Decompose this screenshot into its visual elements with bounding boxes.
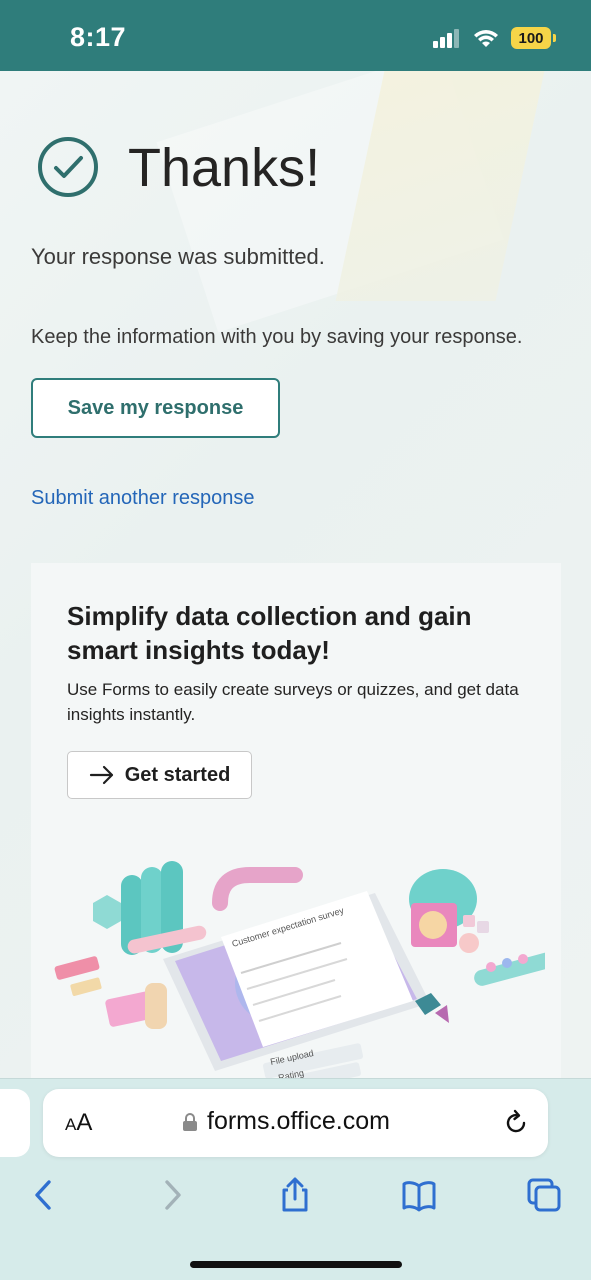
tabs-icon[interactable] [526, 1177, 562, 1213]
get-started-label: Get started [124, 763, 231, 786]
status-bar: 8:17 100 [0, 0, 591, 71]
status-icons: 100 [433, 27, 556, 49]
save-response-button[interactable]: Save my response [31, 378, 280, 438]
previous-tab-preview[interactable] [0, 1089, 30, 1157]
home-indicator [190, 1261, 402, 1268]
cellular-signal-icon [433, 29, 459, 48]
forward-icon[interactable] [154, 1177, 190, 1213]
submitted-message: Your response was submitted. [31, 244, 325, 269]
get-started-button[interactable]: Get started [67, 751, 252, 799]
status-time: 8:17 [70, 22, 127, 52]
checkmark-circle-icon [38, 137, 98, 197]
page-title: Thanks! [128, 138, 321, 198]
browser-toolbar: AA forms.office.com [0, 1078, 591, 1280]
lock-icon [183, 1113, 197, 1131]
save-prompt: Keep the information with you by saving … [31, 326, 523, 348]
promo-title: Simplify data collection and gain smart … [67, 601, 472, 665]
url-text: forms.office.com [207, 1107, 390, 1135]
address-bar[interactable]: AA forms.office.com [43, 1089, 548, 1157]
bookmarks-icon[interactable] [401, 1177, 437, 1213]
forms-illustration: Customer expectation survey File upload … [54, 861, 545, 1078]
promo-card: Simplify data collection and gain smart … [31, 563, 561, 1078]
back-icon[interactable] [26, 1177, 62, 1213]
reload-icon[interactable] [502, 1109, 530, 1137]
page-content: Thanks! Your response was submitted. Kee… [0, 71, 591, 1078]
share-icon[interactable] [277, 1177, 313, 1213]
promo-description: Use Forms to easily create surveys or qu… [67, 680, 519, 724]
submit-another-link[interactable]: Submit another response [31, 487, 254, 510]
battery-icon: 100 [511, 27, 556, 49]
text-size-button[interactable]: AA [65, 1109, 92, 1137]
arrow-right-icon [89, 765, 113, 785]
wifi-icon [474, 30, 498, 47]
